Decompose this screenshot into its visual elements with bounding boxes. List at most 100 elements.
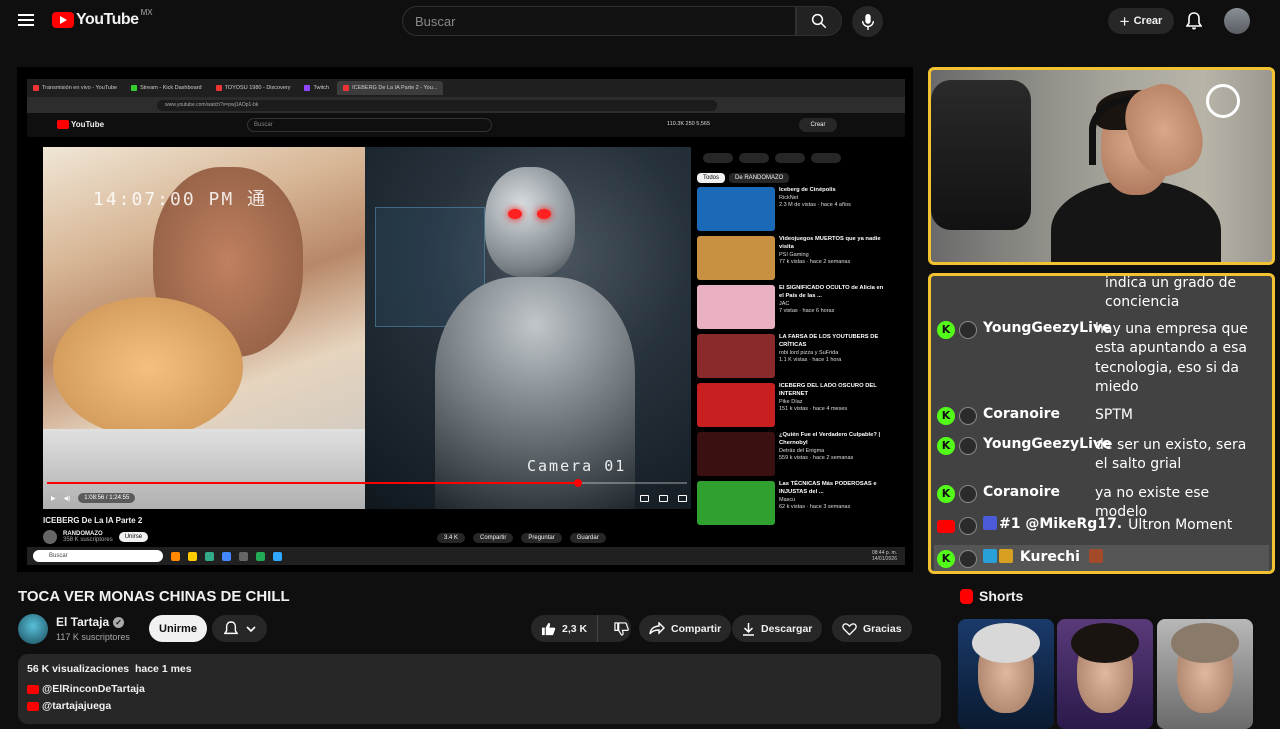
browser-tab[interactable]: TOYOSU 1980 - Discovery (210, 81, 297, 95)
inner-player-controls: ▶ ◀) 1:08:56 / 1:24:55 (51, 489, 687, 507)
recommendation-thumbnail[interactable] (697, 285, 775, 329)
youtube-play-icon (52, 12, 74, 28)
recommendation-item[interactable]: LA FARSA DE LOS YOUTUBERS DE CRÍTICAS rob… (697, 334, 887, 378)
kick-icon: K (937, 550, 955, 568)
inner-channel-row: RANDOMAZO 358 K suscriptores Unirse (43, 530, 149, 544)
recommendation-stats: 77 k vistas · hace 2 semanas (779, 259, 851, 266)
dislike-button[interactable] (604, 615, 639, 642)
shorts-heading: Shorts (960, 588, 1023, 604)
like-dislike-group: 2,3 K (531, 615, 631, 642)
taskbar-search: Buscar (33, 550, 163, 562)
search-box (402, 6, 796, 36)
browser-address-bar: www.youtube.com/watch?v=pwj1AOp1-bk (27, 97, 905, 113)
account-avatar[interactable] (1224, 8, 1250, 34)
description-box[interactable]: 56 K visualizaciones hace 1 mes @ElRinco… (18, 654, 941, 724)
filter-chip: Todos (697, 173, 726, 183)
kick-icon: K (937, 407, 955, 425)
search-button[interactable] (796, 6, 842, 36)
like-button[interactable]: 2,3 K (531, 615, 599, 642)
recommendation-thumbnail[interactable] (697, 383, 775, 427)
inner-progress-bar[interactable] (47, 479, 687, 487)
recommendation-channel: PSI Gaming (779, 251, 809, 258)
taskbar-clock: 08:44 p. m. 14/01/2026 (871, 550, 897, 562)
youtube-icon (27, 701, 39, 711)
play-icon[interactable]: ▶ (51, 495, 56, 502)
chat-text: Ultron Moment (1128, 517, 1233, 533)
user-avatar-icon (959, 517, 977, 535)
recommendation-meta: Videojuegos MUERTOS que ya nadie visita P… (779, 236, 887, 280)
inner-youtube-logo: YouTube (57, 120, 104, 129)
inner-search: Buscar (247, 118, 492, 132)
chevron-down-icon (245, 625, 256, 632)
address-url: www.youtube.com/watch?v=pwj1AOp1-bk (157, 99, 717, 111)
description-link[interactable]: @ElRinconDeTartaja (27, 683, 145, 695)
channel-name[interactable]: El Tartaja ✓ (56, 615, 125, 629)
recommendation-item[interactable]: Videojuegos MUERTOS que ya nadie visita P… (697, 236, 887, 280)
settings-icon[interactable] (659, 494, 668, 502)
inner-create-button: Crear (799, 118, 837, 132)
recommendation-thumbnail[interactable] (697, 432, 775, 476)
video-player[interactable]: Transmisión en vivo - YouTube Stream - K… (17, 67, 913, 572)
recommendation-item[interactable]: El SIGNIFICADO OCULTO de Alicia en el Pa… (697, 285, 887, 329)
youtube-logo[interactable]: YouTube MX (52, 7, 153, 29)
verified-check-icon: ✓ (113, 616, 125, 628)
recommendation-item[interactable]: ¿Quién Fue el Verdadero Culpable? | Cher… (697, 432, 887, 476)
recommendation-item[interactable]: Iceberg de Cinépolis RickNet 2.3 M de vist… (697, 187, 887, 231)
windows-taskbar: Buscar 08:44 p. m. 14/01/2026 (27, 547, 905, 565)
chat-text: SPTM (1095, 407, 1133, 423)
subtitles-icon[interactable] (640, 494, 649, 502)
thumbs-up-icon (541, 622, 556, 635)
youtube-icon (27, 684, 39, 694)
progress-fill (47, 482, 579, 484)
notifications-button[interactable] (1185, 12, 1203, 35)
recommendation-stats: 559 k vistas · hace 2 semanas (779, 455, 854, 462)
share-button[interactable]: Compartir (639, 615, 732, 642)
browser-tab[interactable]: Transmisión en vivo - YouTube (27, 81, 123, 95)
recommendation-thumbnail[interactable] (697, 334, 775, 378)
recommendation-item[interactable]: ICEBERG DEL LADO OSCURO DEL INTERNET Pike… (697, 383, 887, 427)
video-thumbnail-robot (365, 147, 691, 509)
recommendation-thumbnail[interactable] (697, 187, 775, 231)
volume-icon[interactable]: ◀) (64, 495, 71, 502)
thanks-button[interactable]: Gracias (832, 615, 912, 642)
recommendation-title: Iceberg de Cinépolis (779, 187, 836, 193)
short-thumbnail[interactable] (1157, 619, 1253, 729)
recommendation-thumbnail[interactable] (697, 481, 775, 525)
browser-tab[interactable]: Stream - Kick Dashboard (125, 81, 207, 95)
menu-icon[interactable] (18, 14, 34, 26)
inner-stream-stats: 110.3K 250 5,565 (667, 121, 711, 127)
chat-username: YoungGeezyLive (983, 436, 1112, 452)
search-input[interactable] (403, 7, 795, 35)
recommendation-meta: El SIGNIFICADO OCULTO de Alicia en el Pa… (779, 285, 887, 329)
fullscreen-icon[interactable] (678, 494, 687, 502)
create-button[interactable]: + Crear (1108, 8, 1174, 34)
browser-tab-active[interactable]: ICEBERG De La IA Parte 2 - You... (337, 81, 444, 95)
plus-icon: + (1119, 11, 1130, 31)
recommendation-meta: ICEBERG DEL LADO OSCURO DEL INTERNET Pike… (779, 383, 887, 427)
recommendation-thumbnail[interactable] (697, 236, 775, 280)
kick-icon: K (937, 485, 955, 503)
chat-message: indica un grado de conciencia (937, 276, 1270, 313)
recommendation-meta: ¿Quién Fue el Verdadero Culpable? | Cher… (779, 432, 887, 476)
youtube-icon (937, 517, 955, 535)
browser-tab[interactable]: Twitch (298, 81, 335, 95)
chat-username: YoungGeezyLive (983, 320, 1112, 336)
short-thumbnail[interactable] (1057, 619, 1153, 729)
short-thumbnail[interactable] (958, 619, 1054, 729)
user-avatar-icon (959, 550, 977, 568)
region-code: MX (140, 7, 153, 17)
webcam-overlay (928, 67, 1275, 265)
notification-toggle[interactable] (212, 615, 267, 642)
channel-avatar[interactable] (18, 614, 48, 644)
recommendation-stats: 7 vistas · hace 6 horas (779, 308, 835, 315)
description-link[interactable]: @tartajajuega (27, 700, 111, 712)
voice-search-button[interactable] (852, 6, 883, 37)
search-icon (811, 13, 827, 29)
chat-text: de ser un existo, sera el salto grial (1095, 437, 1247, 473)
join-button[interactable]: Unirme (149, 615, 207, 642)
inner-video-title: ICEBERG De La IA Parte 2 (43, 516, 143, 525)
download-button[interactable]: Descargar (732, 615, 823, 642)
recommendation-item[interactable]: Las TÉCNICAS Más PODEROSAS e INJUSTAS de… (697, 481, 887, 525)
chat-username: Coranoire (983, 406, 1061, 422)
share-icon (649, 622, 665, 635)
